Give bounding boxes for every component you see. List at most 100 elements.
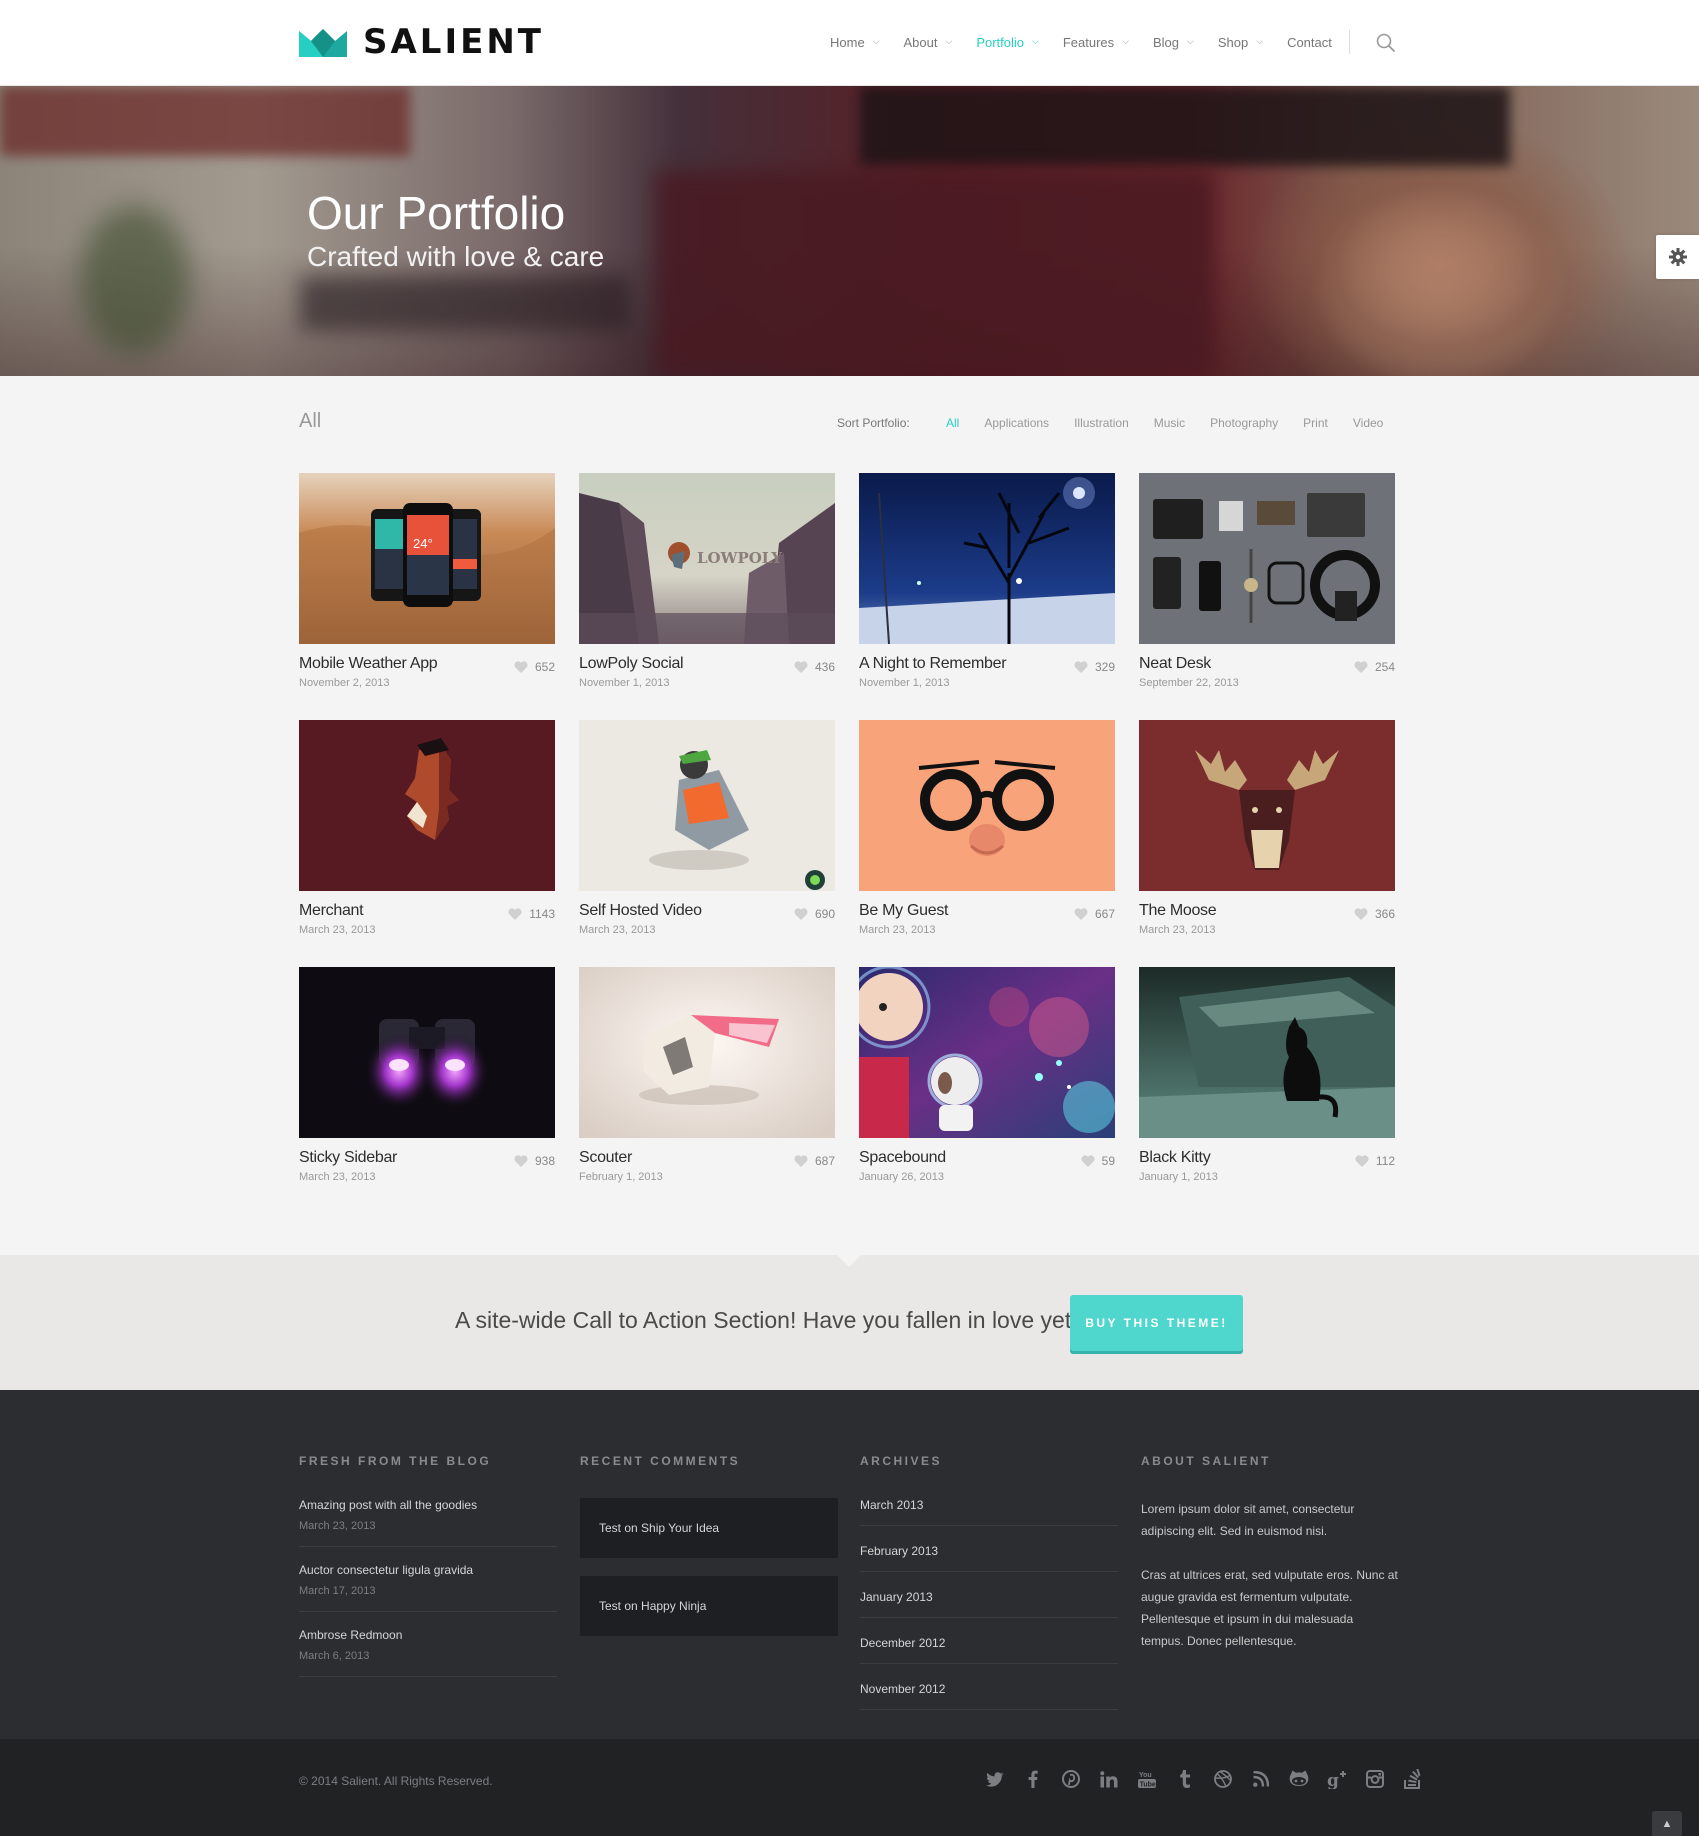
portfolio-item[interactable]: Sticky Sidebar March 23, 2013 938 (299, 967, 555, 1186)
portfolio-item-title[interactable]: Sticky Sidebar (299, 1149, 397, 1167)
neat-desk-thumbnail[interactable] (1139, 473, 1395, 644)
portfolio-item-title[interactable]: Black Kitty (1139, 1149, 1211, 1167)
like-button[interactable]: 652 (514, 660, 555, 674)
copyright-text: © 2014 Salient. All Rights Reserved. (299, 1774, 493, 1788)
nav-item-label: Contact (1287, 34, 1332, 50)
mobile-weather-app-thumbnail[interactable]: 24° (299, 473, 555, 644)
be-my-guest-thumbnail[interactable] (859, 720, 1115, 891)
blog-post-date: March 6, 2013 (299, 1650, 370, 1662)
nav-item-about[interactable]: About ⌵ (904, 30, 953, 54)
portfolio-item-title[interactable]: Neat Desk (1139, 655, 1211, 673)
back-to-top-button[interactable]: ▲ (1652, 1811, 1682, 1836)
merchant-thumbnail[interactable] (299, 720, 555, 891)
twitter-icon[interactable] (984, 1768, 1006, 1790)
like-button[interactable]: 366 (1354, 907, 1395, 921)
nav-item-blog[interactable]: Blog ⌵ (1153, 30, 1194, 54)
scouter-thumbnail[interactable] (579, 967, 835, 1138)
portfolio-item[interactable]: The Moose March 23, 2013 366 (1139, 720, 1395, 939)
portfolio-item[interactable]: 24° Mobile Weather App November 2, 2013 … (299, 473, 555, 692)
archive-link[interactable]: March 2013 (860, 1498, 1118, 1526)
like-button[interactable]: 329 (1074, 660, 1115, 674)
nav-item-portfolio[interactable]: Portfolio ⌵ (976, 30, 1039, 54)
portfolio-item[interactable]: LOWPOLY LowPoly Social November 1, 2013 … (579, 473, 835, 692)
like-button[interactable]: 687 (794, 1154, 835, 1168)
like-count: 329 (1094, 660, 1115, 674)
blog-post-link[interactable]: Auctor consectetur ligula gravida (299, 1563, 557, 1577)
portfolio-item-title[interactable]: Mobile Weather App (299, 655, 438, 673)
like-button[interactable]: 254 (1354, 660, 1395, 674)
linkedin-icon[interactable] (1098, 1768, 1120, 1790)
recent-comment-link[interactable]: Test on Happy Ninja (580, 1576, 838, 1636)
like-button[interactable]: 436 (794, 660, 835, 674)
nav-item-home[interactable]: Home ⌵ (830, 30, 880, 54)
tumblr-icon[interactable] (1174, 1768, 1196, 1790)
archive-link[interactable]: January 2013 (860, 1590, 1118, 1618)
stackexchange-icon[interactable] (1402, 1768, 1424, 1790)
sort-options: All Applications Illustration Music Photogra… (946, 416, 1383, 430)
filter-music[interactable]: Music (1154, 416, 1185, 430)
the-moose-thumbnail[interactable] (1139, 720, 1395, 891)
black-kitty-thumbnail[interactable] (1139, 967, 1395, 1138)
gear-icon (1668, 248, 1687, 266)
google-plus-icon[interactable]: g (1326, 1768, 1348, 1790)
filter-illustration[interactable]: Illustration (1074, 416, 1129, 430)
recent-comment-link[interactable]: Test on Ship Your Idea (580, 1498, 838, 1558)
portfolio-item[interactable]: Neat Desk September 22, 2013 254 (1139, 473, 1395, 692)
portfolio-item[interactable]: Spacebound January 26, 2013 59 (859, 967, 1115, 1186)
dribbble-icon[interactable] (1212, 1768, 1234, 1790)
archive-link[interactable]: December 2012 (860, 1636, 1118, 1664)
portfolio-item[interactable]: Scouter February 1, 2013 687 (579, 967, 835, 1186)
nav-item-label: Home (830, 34, 865, 50)
filter-video[interactable]: Video (1353, 416, 1383, 430)
nav-item-contact[interactable]: Contact (1287, 30, 1332, 54)
blog-post-link[interactable]: Amazing post with all the goodies (299, 1498, 557, 1512)
like-button[interactable]: 59 (1081, 1154, 1115, 1168)
portfolio-item[interactable]: A Night to Remember November 1, 2013 329 (859, 473, 1115, 692)
rss-icon[interactable] (1250, 1768, 1272, 1790)
nav-item-features[interactable]: Features ⌵ (1063, 30, 1129, 54)
portfolio-item-title[interactable]: LowPoly Social (579, 655, 684, 673)
portfolio-item-title[interactable]: Be My Guest (859, 902, 948, 920)
portfolio-item-title[interactable]: Scouter (579, 1149, 632, 1167)
like-button[interactable]: 938 (514, 1154, 555, 1168)
spacebound-thumbnail[interactable] (859, 967, 1115, 1138)
a-night-to-remember-thumbnail[interactable] (859, 473, 1115, 644)
portfolio-item-title[interactable]: Merchant (299, 902, 364, 920)
archive-link[interactable]: November 2012 (860, 1682, 1118, 1710)
search-icon[interactable] (1375, 32, 1397, 54)
heart-icon (1074, 908, 1088, 920)
filter-applications[interactable]: Applications (984, 416, 1049, 430)
like-button[interactable]: 1143 (508, 907, 555, 921)
settings-panel-toggle[interactable] (1656, 235, 1699, 279)
filter-all[interactable]: All (946, 416, 959, 430)
chevron-down-icon: ⌵ (1187, 35, 1194, 46)
pinterest-icon[interactable] (1060, 1768, 1082, 1790)
youtube-icon[interactable]: You Tube (1136, 1768, 1158, 1790)
portfolio-item[interactable]: Black Kitty January 1, 2013 112 (1139, 967, 1395, 1186)
portfolio-item-title[interactable]: A Night to Remember (859, 655, 1007, 673)
lowpoly-social-thumbnail[interactable]: LOWPOLY (579, 473, 835, 644)
like-button[interactable]: 690 (794, 907, 835, 921)
portfolio-item-title[interactable]: Self Hosted Video (579, 902, 702, 920)
github-icon[interactable] (1288, 1768, 1310, 1790)
portfolio-item-title[interactable]: Spacebound (859, 1149, 946, 1167)
like-button[interactable]: 667 (1074, 907, 1115, 921)
self-hosted-video-thumbnail[interactable] (579, 720, 835, 891)
facebook-icon[interactable] (1022, 1768, 1044, 1790)
instagram-icon[interactable] (1364, 1768, 1386, 1790)
filter-photography[interactable]: Photography (1210, 416, 1278, 430)
portfolio-item[interactable]: Self Hosted Video March 23, 2013 690 (579, 720, 835, 939)
portfolio-item-title[interactable]: The Moose (1139, 902, 1217, 920)
nav-item-label: Shop (1217, 34, 1249, 50)
archive-link[interactable]: February 2013 (860, 1544, 1118, 1572)
blog-post-link[interactable]: Ambrose Redmoon (299, 1628, 557, 1642)
portfolio-item[interactable]: Be My Guest March 23, 2013 667 (859, 720, 1115, 939)
filter-print[interactable]: Print (1303, 416, 1328, 430)
portfolio-item[interactable]: Merchant March 23, 2013 1143 (299, 720, 555, 939)
like-button[interactable]: 112 (1355, 1154, 1395, 1168)
logo[interactable]: SALIENT (299, 24, 544, 60)
buy-theme-button[interactable]: BUY THIS THEME! (1070, 1295, 1243, 1351)
nav-item-shop[interactable]: Shop ⌵ (1218, 30, 1263, 54)
sticky-sidebar-thumbnail[interactable] (299, 967, 555, 1138)
current-filter-label[interactable]: All (299, 410, 321, 433)
